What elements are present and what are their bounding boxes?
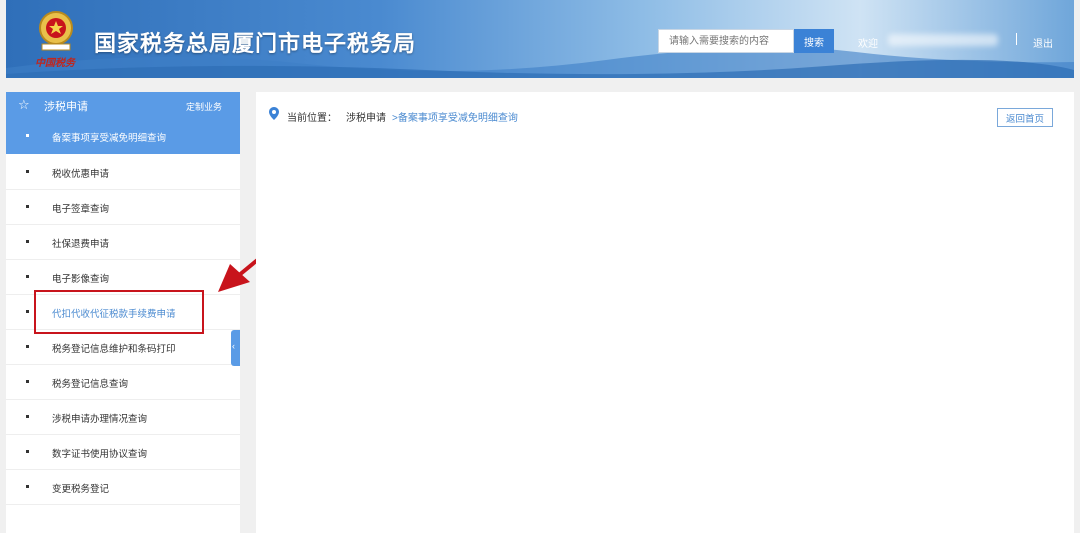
search-button[interactable]: 搜索 [794, 29, 834, 53]
sidebar-item-tax-preference[interactable]: 税收优惠申请 [6, 155, 240, 190]
site-title: 国家税务总局厦门市电子税务局 [94, 31, 417, 56]
annotation-highlight-box [34, 290, 204, 334]
sidebar-item-label: 电子影像查询 [52, 274, 110, 285]
logout-link[interactable]: 退出 [1033, 35, 1053, 50]
bullet-icon [26, 134, 29, 137]
site-header: 中国税务 国家税务总局厦门市电子税务局 搜索 欢迎 退出 [6, 0, 1074, 78]
welcome-text: 欢迎 [858, 39, 878, 50]
custom-business-link[interactable]: 定制业务 [186, 100, 222, 113]
location-pin-icon [269, 107, 279, 120]
bullet-icon [26, 380, 29, 383]
sidebar-item-application-status[interactable]: 涉税申请办理情况查询 [6, 400, 240, 435]
sidebar-item-label: 税收优惠申请 [52, 169, 110, 180]
sidebar-header: ☆ 涉税申请 定制业务 [6, 92, 240, 119]
sidebar-item-filing-relief-query[interactable]: 备案事项享受减免明细查询 [6, 119, 240, 154]
sidebar-item-registration-query[interactable]: 税务登记信息查询 [6, 365, 240, 400]
return-home-button[interactable]: 返回首页 [997, 108, 1053, 127]
sidebar-item-label: 备案事项享受减免明细查询 [52, 133, 167, 144]
sidebar-item-change-registration[interactable]: 变更税务登记 [6, 470, 240, 505]
sidebar-item-social-refund[interactable]: 社保退费申请 [6, 225, 240, 260]
breadcrumb-prefix: 当前位置： [287, 113, 337, 124]
star-icon[interactable]: ☆ [18, 97, 30, 113]
sidebar-item-label: 变更税务登记 [52, 484, 110, 495]
sidebar-item-registration-maintain[interactable]: 税务登记信息维护和条码打印 [6, 330, 240, 365]
emblem-text: 中国税务 [35, 58, 75, 69]
header-separator [1016, 33, 1017, 45]
breadcrumb-parent[interactable]: 涉税申请 [346, 109, 386, 124]
sidebar-item-e-signature[interactable]: 电子签章查询 [6, 190, 240, 225]
sidebar-collapse-handle[interactable]: ‹ [231, 330, 240, 366]
sidebar-item-label: 电子签章查询 [52, 204, 110, 215]
sidebar-item-label: 社保退费申请 [52, 239, 110, 250]
bullet-icon [26, 345, 29, 348]
sidebar-item-label: 税务登记信息查询 [52, 379, 129, 390]
bullet-icon [26, 240, 29, 243]
bullet-icon [26, 275, 29, 278]
bullet-icon [26, 415, 29, 418]
emblem-icon [39, 11, 73, 51]
sidebar-item-label: 数字证书使用协议查询 [52, 449, 148, 460]
bullet-icon [26, 485, 29, 488]
blurred-username [888, 34, 998, 46]
main-content: 当前位置： 涉税申请 >备案事项享受减免明细查询 返回首页 [256, 92, 1074, 533]
sidebar-item-certificate-agreement[interactable]: 数字证书使用协议查询 [6, 435, 240, 470]
sidebar-item-label: 税务登记信息维护和条码打印 [52, 344, 176, 355]
collapse-icon: ‹ [232, 341, 235, 351]
bullet-icon [26, 170, 29, 173]
sidebar-title: 涉税申请 [44, 101, 88, 113]
sidebar-item-label: 涉税申请办理情况查询 [52, 414, 148, 425]
bullet-icon [26, 450, 29, 453]
bullet-icon [26, 205, 29, 208]
search-input[interactable] [658, 29, 794, 53]
bullet-icon [26, 310, 29, 313]
breadcrumb-current: >备案事项享受减免明细查询 [392, 113, 518, 124]
